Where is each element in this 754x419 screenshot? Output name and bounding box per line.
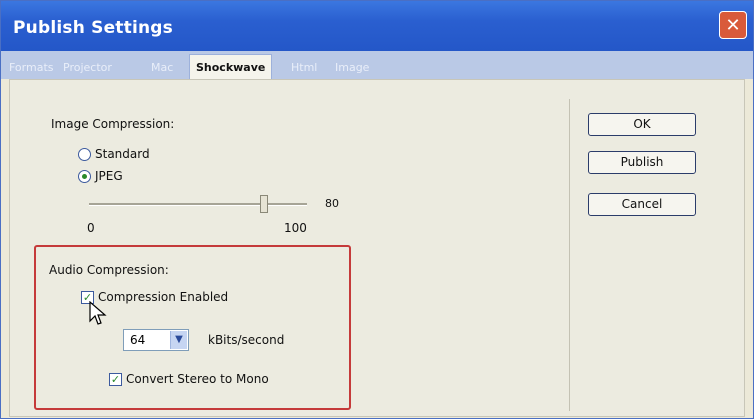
quality-value: 80 [325,197,339,210]
slider-max-label: 100 [284,221,307,235]
quality-slider-thumb[interactable] [260,195,269,213]
tab-image[interactable]: Image [335,57,369,79]
window-title: Publish Settings [13,18,173,38]
slider-min-label: 0 [87,221,95,235]
ok-button[interactable]: OK [588,113,696,136]
tab-projector[interactable]: Projector [63,57,112,79]
bitrate-select[interactable]: 64 ▼ [123,329,189,351]
radio-jpeg-label[interactable]: JPEG [95,169,123,183]
image-compression-label: Image Compression: [51,117,175,131]
tab-strip: Formats Projector Mac Shockwave Html Ima… [1,51,753,80]
radio-standard-label[interactable]: Standard [95,147,150,161]
stereo-to-mono-label[interactable]: Convert Stereo to Mono [126,372,269,386]
quality-slider-track[interactable] [89,203,307,206]
bitrate-value: 64 [130,333,146,347]
stereo-to-mono-checkbox[interactable]: ✓ [109,373,122,386]
audio-compression-label: Audio Compression: [49,263,169,277]
publish-button[interactable]: Publish [588,151,696,174]
tab-shockwave[interactable]: Shockwave [189,54,273,80]
tab-mac[interactable]: Mac [151,57,173,79]
radio-jpeg[interactable] [78,170,91,183]
bitrate-unit-label: kBits/second [208,333,285,347]
radio-standard[interactable] [78,148,91,161]
tab-formats[interactable]: Formats [9,57,54,79]
title-bar: Publish Settings ✕ [1,1,753,51]
compression-enabled-label[interactable]: Compression Enabled [98,290,228,304]
tab-html[interactable]: Html [291,57,317,79]
close-icon[interactable]: ✕ [719,11,747,39]
publish-settings-dialog: Publish Settings ✕ Formats Projector Mac… [0,0,754,419]
panel-divider [569,99,570,411]
chevron-down-icon[interactable]: ▼ [170,331,187,349]
cancel-button[interactable]: Cancel [588,193,696,216]
mouse-pointer-icon [89,301,107,325]
